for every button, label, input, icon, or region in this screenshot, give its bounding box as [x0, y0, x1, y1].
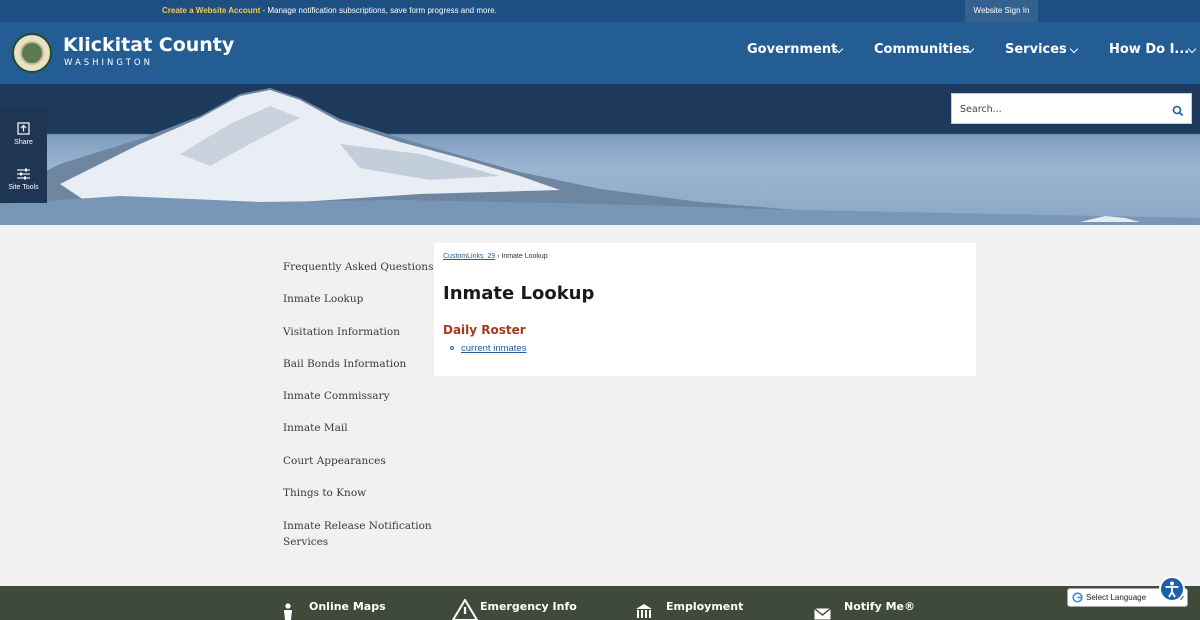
search-input[interactable]	[960, 101, 1160, 117]
footer-online-maps[interactable]: Online Maps	[309, 600, 386, 613]
person-map-icon	[284, 603, 292, 620]
nav-services[interactable]: Services	[1005, 42, 1067, 57]
sidenav-court-appearances[interactable]: Court Appearances	[283, 453, 386, 469]
footer-quick-links: Online Maps Emergency Info Employment No…	[0, 586, 1200, 620]
share-icon	[17, 122, 30, 135]
sidenav-inmate-mail[interactable]: Inmate Mail	[283, 420, 348, 436]
sliders-icon	[17, 168, 30, 180]
accessibility-icon	[1165, 581, 1179, 598]
sidenav-things-to-know[interactable]: Things to Know	[283, 485, 366, 501]
website-sign-in-button[interactable]: Website Sign In	[965, 0, 1038, 22]
sidenav-bail-bonds-information[interactable]: Bail Bonds Information	[283, 356, 406, 372]
page-title: Inmate Lookup	[443, 283, 595, 304]
building-icon	[636, 604, 652, 618]
site-state: WASHINGTON	[64, 58, 153, 68]
google-g-icon	[1072, 592, 1083, 603]
create-account-link[interactable]: Create a Website Account	[162, 6, 260, 15]
account-message: Create a Website Account - Manage notifi…	[162, 6, 497, 15]
daily-roster-heading: Daily Roster	[443, 323, 526, 337]
chevron-down-icon[interactable]	[1069, 44, 1079, 54]
nav-communities[interactable]: Communities	[874, 42, 970, 57]
county-seal-logo[interactable]	[12, 33, 52, 73]
accessibility-button[interactable]	[1159, 576, 1185, 602]
account-message-text: - Manage notification subscriptions, sav…	[260, 6, 497, 15]
warning-icon	[452, 599, 478, 620]
nav-how-do-i[interactable]: How Do I...	[1109, 42, 1189, 57]
list-bullet	[450, 346, 454, 350]
sidenav-faq[interactable]: Frequently Asked Questions	[283, 259, 433, 275]
footer-employment[interactable]: Employment	[666, 600, 743, 613]
breadcrumb: CustomLinks_29 › Inmate Lookup	[443, 253, 548, 260]
breadcrumb-link[interactable]: CustomLinks_29	[443, 253, 495, 260]
breadcrumb-current: Inmate Lookup	[501, 253, 548, 260]
envelope-icon	[814, 608, 831, 620]
footer-notify-me[interactable]: Notify Me®	[844, 600, 915, 613]
site-name[interactable]: Klickitat County	[63, 34, 234, 56]
seal-center	[20, 41, 44, 65]
language-select-label: Select Language	[1086, 593, 1147, 602]
nav-government[interactable]: Government	[747, 42, 837, 57]
sidenav-inmate-lookup[interactable]: Inmate Lookup	[283, 291, 363, 307]
site-tools-label: Site Tools	[8, 184, 39, 191]
share-label: Share	[14, 139, 33, 146]
current-inmates-link[interactable]: current inmates	[461, 343, 526, 354]
sidenav-inmate-commissary[interactable]: Inmate Commissary	[283, 388, 390, 404]
share-button[interactable]: Share	[0, 108, 47, 153]
footer-emergency-info[interactable]: Emergency Info	[480, 600, 577, 613]
sidenav-inmate-release-notification-services[interactable]: Services	[283, 534, 328, 550]
site-header: Klickitat County WASHINGTON Government C…	[0, 22, 1200, 84]
floating-tools-panel: Share Site Tools	[0, 108, 47, 203]
search-icon[interactable]	[1171, 104, 1185, 118]
site-tools-button[interactable]: Site Tools	[0, 153, 47, 198]
top-utility-bar: Create a Website Account - Manage notifi…	[0, 0, 1200, 22]
sidenav-inmate-release-notification[interactable]: Inmate Release Notification	[283, 518, 432, 534]
content-card: CustomLinks_29 › Inmate Lookup Inmate Lo…	[434, 243, 976, 376]
search-box	[951, 93, 1192, 124]
sidenav-visitation-information[interactable]: Visitation Information	[283, 324, 400, 340]
